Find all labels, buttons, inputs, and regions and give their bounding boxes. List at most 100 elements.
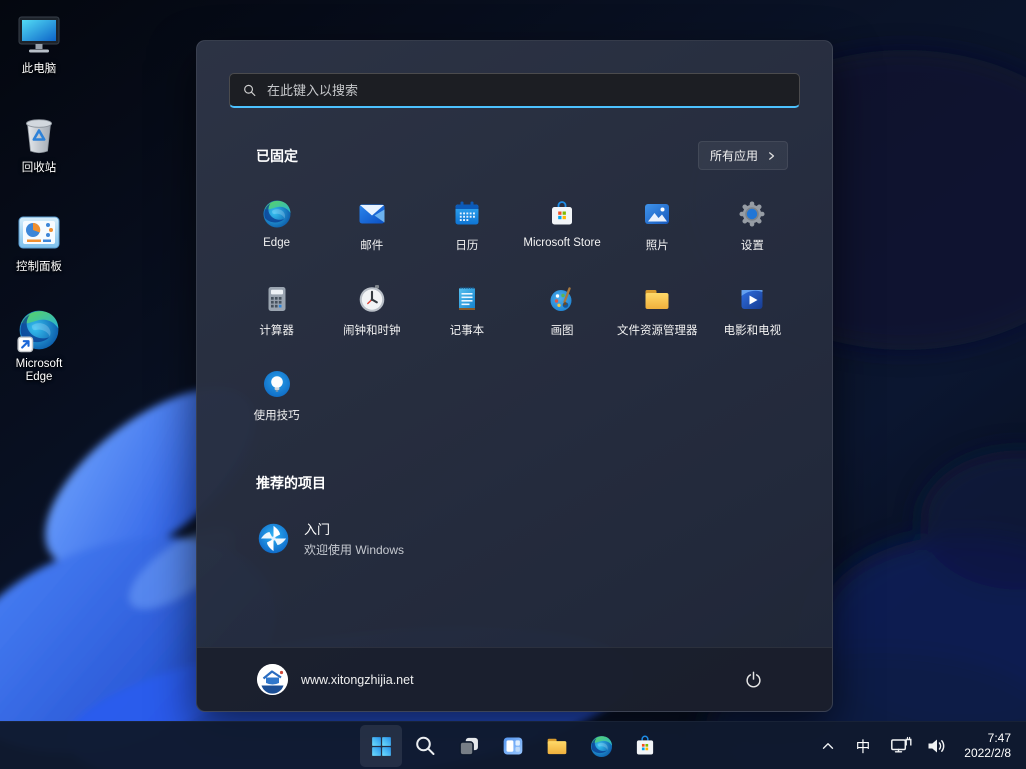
tips-icon [261,368,293,400]
desktop-icon-label: Microsoft Edge [7,358,71,384]
pinned-title: 已固定 [256,146,298,166]
tray-overflow-button[interactable] [814,726,842,766]
clock-date: 2022/2/8 [964,746,1011,761]
taskbar-file-explorer-button[interactable] [536,725,578,767]
edge-icon [589,734,614,759]
desktop-icon-this-pc[interactable]: 此电脑 [7,10,71,76]
app-label: 照片 [646,237,669,253]
start-menu: 已固定 所有应用 Edge 邮件 [196,40,833,712]
pinned-app-paint[interactable]: 画图 [514,275,609,360]
recommended-item-texts: 入门 欢迎使用 Windows [304,519,404,558]
app-label: 设置 [741,237,764,253]
start-button[interactable] [360,725,402,767]
clock-time: 7:47 [988,731,1011,746]
power-button[interactable] [736,663,770,697]
calculator-icon [261,283,293,315]
app-label: Microsoft Store [523,237,600,249]
network-button[interactable] [884,726,918,766]
pinned-app-photos[interactable]: 照片 [610,190,705,275]
ethernet-network-icon [889,734,913,758]
app-label: 闹钟和时钟 [343,322,401,338]
recommended-section-header: 推荐的项目 [256,473,788,493]
windows-desktop: { "colors":{"accent":"#4cc2ff","taskbar_… [0,0,1026,769]
windows-start-icon [369,734,394,759]
recycle-bin-icon [15,109,63,157]
mail-icon [356,198,388,230]
desktop-icon-control-panel[interactable]: 控制面板 [7,208,71,274]
pinned-app-microsoft-store[interactable]: Microsoft Store [514,190,609,275]
desktop-icon-recycle-bin[interactable]: 回收站 [7,109,71,175]
start-menu-footer: www.xitongzhijia.net [197,647,832,711]
file-explorer-icon [544,733,570,759]
pinned-section-header: 已固定 所有应用 [256,141,788,170]
pinned-apps-grid: Edge 邮件 日历 [229,190,800,445]
volume-button[interactable] [920,726,954,766]
account-button[interactable]: www.xitongzhijia.net [257,664,414,695]
avatar [257,664,288,695]
system-tray: 中 7:47 2022/2/8 [814,722,1026,769]
app-label: Edge [263,237,290,249]
photos-icon [641,198,673,230]
calendar-icon [451,198,483,230]
pinned-app-edge[interactable]: Edge [229,190,324,275]
app-label: 记事本 [450,322,485,338]
pinned-app-file-explorer[interactable]: 文件资源管理器 [610,275,705,360]
edge-icon [16,307,62,353]
taskbar-search-button[interactable] [404,725,446,767]
all-apps-button[interactable]: 所有应用 [698,141,788,170]
edge-icon [261,198,293,230]
get-started-icon [256,521,291,556]
pinned-app-calculator[interactable]: 计算器 [229,275,324,360]
search-box[interactable] [229,73,800,108]
pinned-app-settings[interactable]: 设置 [705,190,800,275]
desktop-icon-label: 回收站 [22,162,57,175]
pinned-app-movies-tv[interactable]: 电影和电视 [705,275,800,360]
recommended-item-title: 入门 [304,519,404,538]
chevron-right-icon [767,151,776,161]
movies-tv-icon [736,283,768,315]
app-label: 文件资源管理器 [617,322,698,338]
this-pc-icon [15,10,63,58]
store-icon [632,733,658,759]
xitongzhijia-logo [257,664,288,695]
desktop-icon-microsoft-edge[interactable]: Microsoft Edge [7,307,71,384]
pinned-app-alarms-clock[interactable]: 闹钟和时钟 [324,275,419,360]
widgets-button[interactable] [492,725,534,767]
desktop-icon-label: 此电脑 [22,63,57,76]
recommended-item-subtitle: 欢迎使用 Windows [304,541,404,558]
app-label: 电影和电视 [724,322,782,338]
taskbar-center-buttons [360,725,666,767]
task-view-button[interactable] [448,725,490,767]
app-label: 日历 [455,237,478,253]
search-icon [413,734,437,758]
paint-icon [546,283,578,315]
app-label: 画图 [551,322,574,338]
ime-indicator[interactable]: 中 [844,726,883,766]
settings-gear-icon [736,198,768,230]
notepad-icon [451,283,483,315]
app-label: 计算器 [259,322,294,338]
desktop-icon-list: 此电脑 回收站 控制面板 Microsof [7,10,71,384]
clock[interactable]: 7:47 2022/2/8 [956,731,1015,761]
chevron-up-icon [819,737,837,755]
pinned-app-notepad[interactable]: 记事本 [419,275,514,360]
app-label: 使用技巧 [254,407,300,423]
recommended-title: 推荐的项目 [256,473,326,493]
task-view-icon [456,733,482,759]
speaker-icon [925,734,949,758]
search-input[interactable] [267,83,787,98]
file-explorer-icon [641,283,673,315]
store-icon [546,198,578,230]
all-apps-label: 所有应用 [710,147,758,164]
ime-label: 中 [849,736,878,757]
control-panel-icon [15,208,63,256]
power-icon [744,670,763,689]
pinned-app-calendar[interactable]: 日历 [419,190,514,275]
widgets-icon [500,733,526,759]
alarm-clock-icon [356,283,388,315]
taskbar-edge-button[interactable] [580,725,622,767]
pinned-app-mail[interactable]: 邮件 [324,190,419,275]
recommended-item-get-started[interactable]: 入门 欢迎使用 Windows [244,513,788,564]
pinned-app-tips[interactable]: 使用技巧 [229,360,324,445]
taskbar-store-button[interactable] [624,725,666,767]
